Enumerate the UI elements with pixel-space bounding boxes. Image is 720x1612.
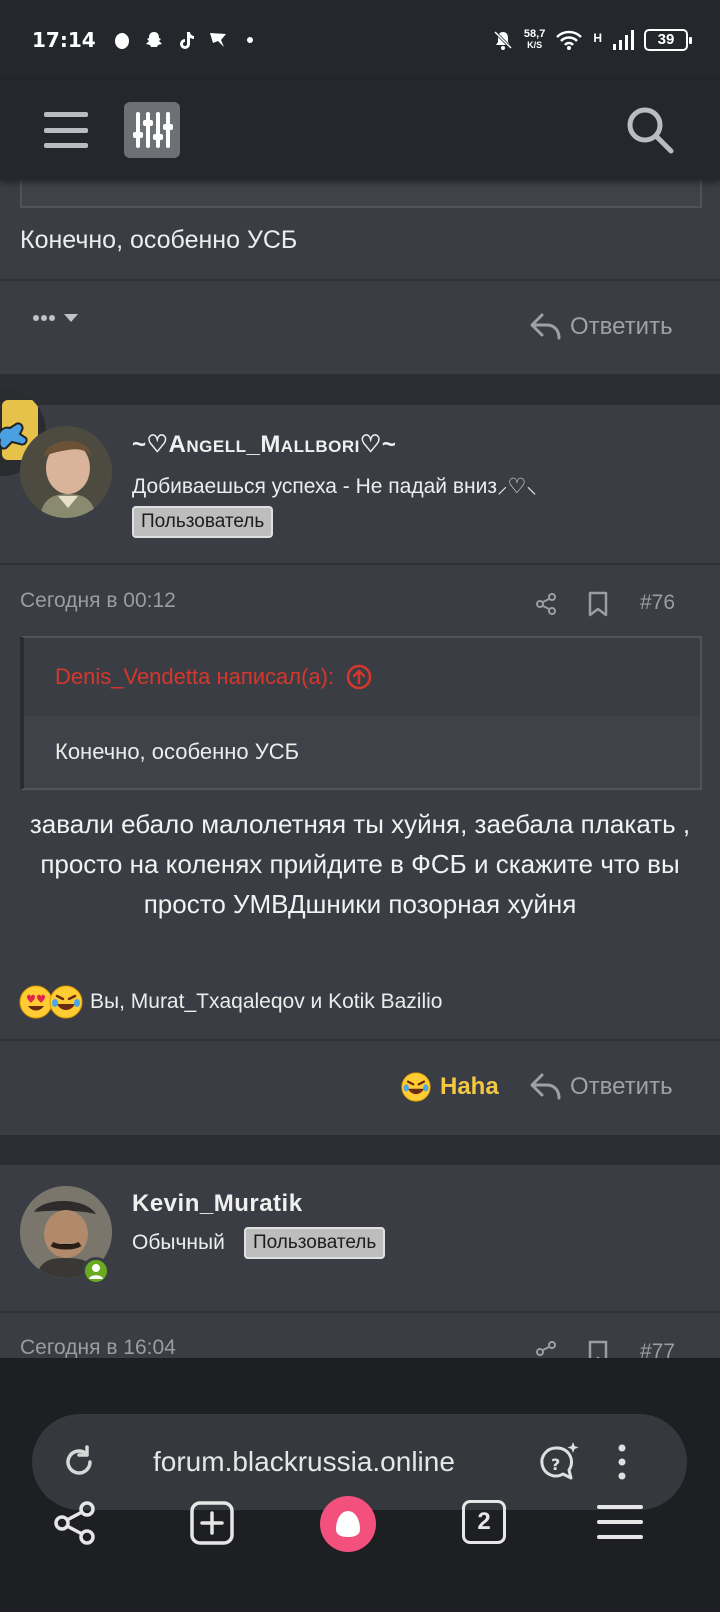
user-title: Обычный <box>132 1231 225 1254</box>
avatar[interactable] <box>20 426 112 518</box>
signal-icon <box>613 30 634 50</box>
url-text[interactable]: forum.blackrussia.online <box>153 1446 455 1478</box>
reply-label: Ответить <box>570 1073 673 1100</box>
share-icon[interactable] <box>534 592 558 616</box>
ai-chat-icon[interactable]: ? <box>537 1440 581 1484</box>
divider <box>0 1039 720 1041</box>
share-icon[interactable] <box>52 1500 98 1546</box>
app-header <box>0 80 720 180</box>
svg-text:?: ? <box>551 1455 560 1474</box>
reply-button[interactable]: Ответить <box>530 312 673 342</box>
net-speed-value: 58,7 <box>523 28 546 40</box>
post-timestamp[interactable]: Сегодня в 00:12 <box>20 589 176 613</box>
online-status-icon <box>82 1257 110 1285</box>
wifi-icon <box>556 30 583 50</box>
previous-post <box>0 180 720 374</box>
reply-icon <box>530 313 561 340</box>
divider <box>0 563 720 565</box>
reply-icon <box>530 1073 561 1100</box>
quote-author[interactable]: Denis_Vendetta написал(а): <box>55 664 334 690</box>
reactions-text[interactable]: Вы, Murat_Txaqaleqov и Kotik Bazilio <box>90 990 442 1014</box>
bookmark-icon[interactable] <box>587 591 609 617</box>
bell-off-icon <box>493 30 512 50</box>
tabs-icon[interactable]: 2 <box>462 1500 506 1544</box>
previous-quote-tail <box>20 180 702 208</box>
status-bar: 17:14 58,7 K/S H 39 <box>0 0 720 80</box>
refresh-icon[interactable] <box>60 1443 98 1481</box>
quote-text: Конечно, особенно УСБ <box>55 739 300 764</box>
previous-post-body: Конечно, особенно УСБ <box>20 226 298 254</box>
arrow-up-circle-icon[interactable] <box>346 664 372 690</box>
post-number[interactable]: #76 <box>640 591 675 615</box>
reply-button[interactable]: Ответить <box>530 1072 673 1102</box>
new-tab-icon[interactable] <box>189 1500 235 1546</box>
divider <box>0 1311 720 1313</box>
rofl-emoji <box>401 1072 431 1102</box>
flag-icon <box>208 30 228 50</box>
alice-icon[interactable] <box>320 1496 376 1552</box>
role-badge: Пользователь <box>244 1227 386 1259</box>
username[interactable]: Kevin_Muratik <box>132 1190 303 1218</box>
role-badge: Пользователь <box>132 506 274 538</box>
dot-icon <box>240 30 260 50</box>
quote-block: Denis_Vendetta написал(а): Конечно, особ… <box>20 636 702 790</box>
more-options-button[interactable] <box>32 308 82 328</box>
net-speed: 58,7 K/S <box>524 29 545 51</box>
post-body: завали ебало малолетняя ты хуйня, заебал… <box>29 809 691 919</box>
tab-count: 2 <box>477 1508 491 1535</box>
status-time: 17:14 <box>32 28 96 52</box>
status-left-icons <box>112 30 260 50</box>
status-right-icons: 58,7 K/S H 39 <box>492 29 692 51</box>
haha-reaction-button[interactable]: Haha <box>400 1071 499 1103</box>
reactions-bar[interactable]: Вы, Murat_Txaqaleqov и Kotik Bazilio <box>18 984 442 1020</box>
more-vert-icon[interactable] <box>612 1442 632 1482</box>
network-type: H <box>593 31 602 45</box>
search-icon[interactable] <box>624 104 676 156</box>
snapchat-icon <box>144 30 164 50</box>
user-status: Добиваешься успеха - Не падай вниз⸝♡⸜ <box>132 475 537 498</box>
menu-icon[interactable] <box>44 112 88 148</box>
post-timestamp[interactable]: Сегодня в 16:04 <box>20 1336 176 1360</box>
haha-label: Haha <box>440 1073 499 1100</box>
net-speed-unit: K/S <box>527 40 543 50</box>
divider <box>0 279 720 281</box>
filter-icon[interactable] <box>124 102 180 158</box>
battery-icon: 39 <box>644 29 692 51</box>
quote-header[interactable]: Denis_Vendetta написал(а): <box>24 638 700 716</box>
menu-icon[interactable] <box>597 1502 643 1542</box>
tiktok-icon <box>176 30 196 50</box>
bug-icon <box>112 30 132 50</box>
username[interactable]: ~♡Angell_Mallbori♡~ <box>132 430 396 459</box>
rofl-emoji <box>49 985 83 1019</box>
reply-label: Ответить <box>570 313 673 340</box>
